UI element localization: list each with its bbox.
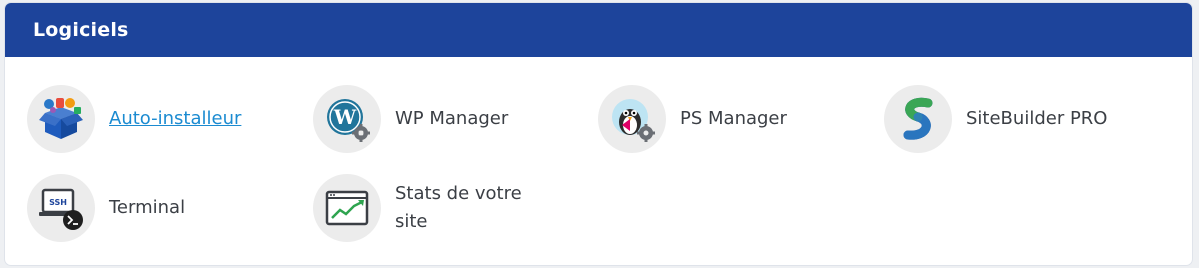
app-auto-installer[interactable]: Auto-installeur: [27, 85, 241, 153]
app-site-stats[interactable]: Stats de votre site: [313, 174, 545, 242]
panel-title: Logiciels: [33, 19, 129, 41]
apps-grid: Auto-installeur W WP Manager PS Manager …: [5, 57, 1192, 265]
icon-circle: W: [313, 85, 381, 153]
svg-text:W: W: [333, 105, 357, 129]
icon-circle: [27, 85, 95, 153]
sitebuilder-icon: [898, 95, 938, 143]
box-icon: [35, 95, 87, 143]
app-label: SiteBuilder PRO: [966, 108, 1108, 129]
app-ps-manager[interactable]: PS Manager: [598, 85, 787, 153]
app-label: Stats de votre site: [395, 183, 522, 232]
app-sitebuilder-pro[interactable]: SiteBuilder PRO: [884, 85, 1107, 153]
icon-circle: [598, 85, 666, 153]
icon-circle: [884, 85, 952, 153]
app-label: PS Manager: [680, 108, 787, 129]
wordpress-icon: W: [323, 95, 371, 143]
app-label[interactable]: Auto-installeur: [109, 105, 241, 133]
app-label: WP Manager: [395, 108, 509, 129]
app-label: Terminal: [109, 197, 186, 218]
stats-chart-icon: [324, 188, 370, 228]
prestashop-icon: [608, 95, 656, 143]
software-panel: Logiciels Auto-installeur W WP Manager P…: [5, 3, 1192, 265]
app-terminal[interactable]: SSH Terminal: [27, 174, 185, 242]
ssh-terminal-icon: SSH: [35, 184, 87, 232]
app-wp-manager[interactable]: W WP Manager: [313, 85, 508, 153]
icon-circle: [313, 174, 381, 242]
icon-circle: SSH: [27, 174, 95, 242]
ssh-badge-text: SSH: [49, 198, 67, 207]
panel-header: Logiciels: [5, 3, 1192, 57]
